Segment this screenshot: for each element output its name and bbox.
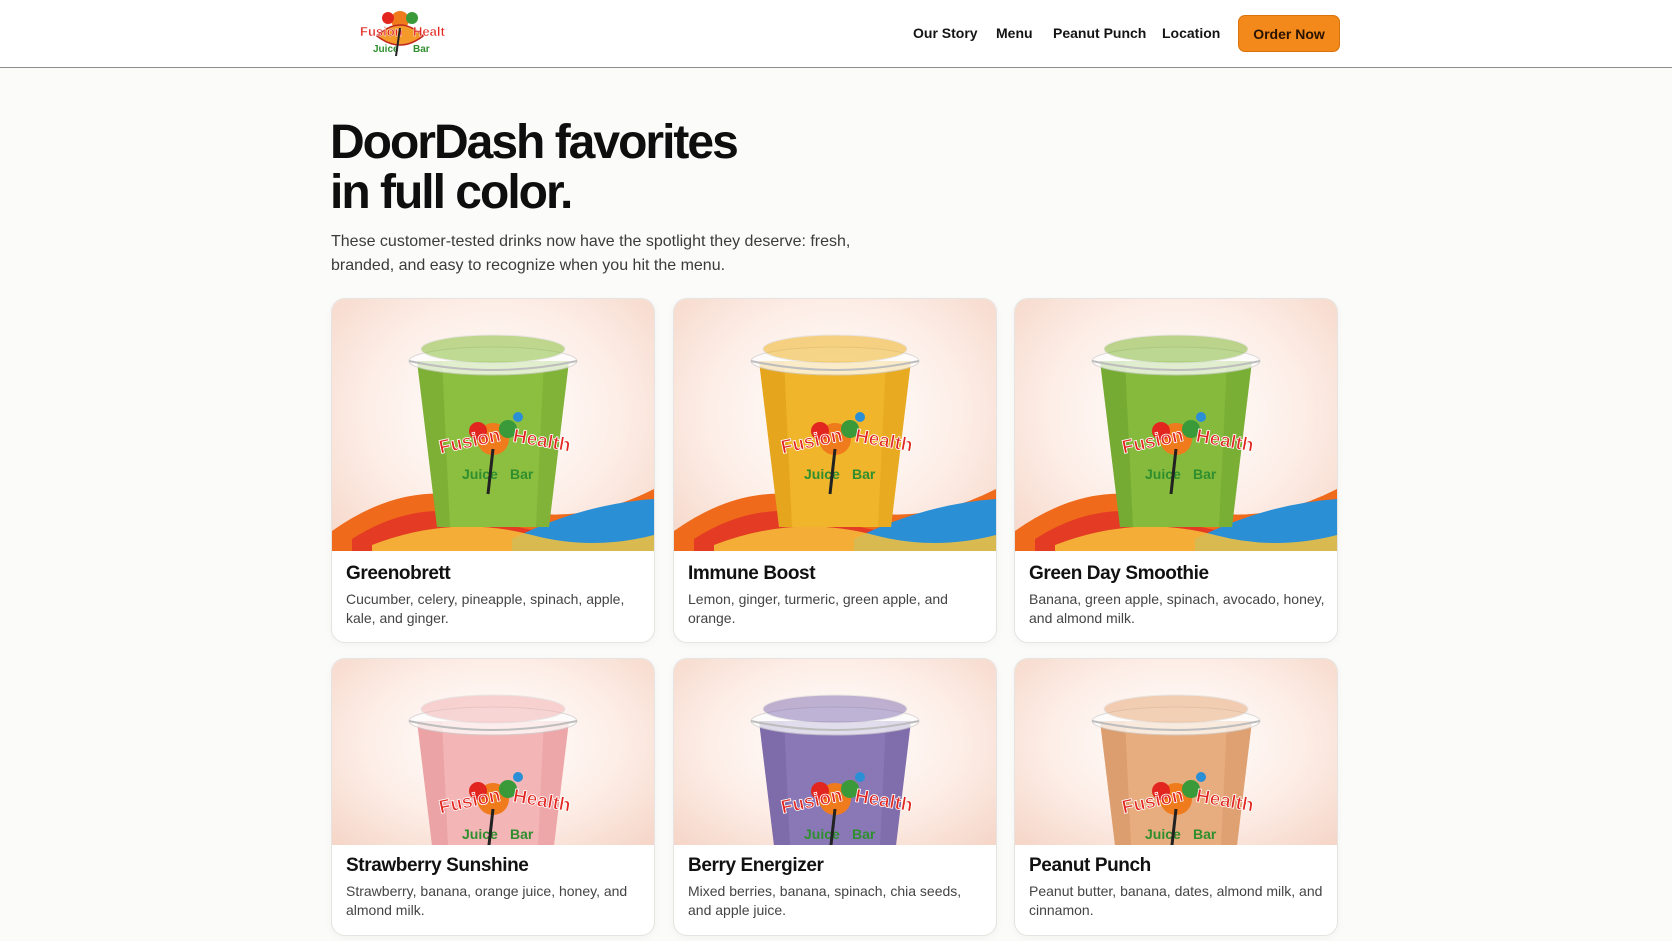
svg-text:Bar: Bar (413, 44, 430, 55)
hero-subtitle: These customer-tested drinks now have th… (331, 233, 851, 274)
product-name: Peanut Punch (1029, 855, 1151, 876)
product-image: Fusion Health Juice Bar (332, 659, 654, 845)
product-image: Fusion Health Juice Bar (1015, 299, 1337, 551)
svg-text:Health: Health (413, 24, 445, 39)
smoothie-cup-illustration: Fusion HealthJuice Bar (1091, 694, 1261, 845)
hero-title-line-2: in full color. (330, 166, 573, 219)
product-name: Greenobrett (346, 563, 451, 584)
smoothie-cup-illustration: Fusion HealthJuice Bar (408, 694, 578, 845)
smoothie-cup-illustration: Fusion HealthJuice Bar (1015, 334, 1337, 551)
product-card[interactable]: Fusion Health Juice Bar Strawberry Sunshine… (331, 658, 655, 936)
product-description: Mixed berries, banana, spinach, chia see… (688, 883, 962, 918)
product-name: Strawberry Sunshine (346, 855, 529, 876)
top-navigation-bar: Fusion Health Juice Bar Our Story Menu P… (0, 0, 1672, 68)
svg-text:Juice: Juice (373, 44, 399, 55)
hero-title: DoorDash favorites in full color. (330, 116, 739, 219)
product-image: Fusion Health Juice Bar (674, 659, 996, 845)
product-card[interactable]: Fusion Health Juice Bar Green Day Smoothie … (1014, 298, 1338, 643)
svg-text:Juice: Juice (804, 466, 840, 482)
hero-title-line-1: DoorDash favorites (330, 116, 739, 169)
smoothie-cup-illustration: Fusion HealthJuice Bar (674, 334, 996, 551)
svg-text:Bar: Bar (1193, 826, 1217, 842)
svg-text:Bar: Bar (852, 466, 876, 482)
fusion-health-logo[interactable]: Fusion Health Juice Bar (355, 6, 453, 62)
order-now-button[interactable]: Order Now (1238, 15, 1340, 52)
nav-peanut-punch[interactable]: Peanut Punch (1053, 25, 1146, 41)
product-description: Banana, green apple, spinach, avocado, h… (1029, 591, 1325, 626)
svg-text:Bar: Bar (510, 466, 534, 482)
smoothie-cup-illustration: Fusion HealthJuice Bar (750, 694, 920, 845)
svg-text:Juice: Juice (1145, 826, 1181, 842)
product-image: Fusion Health Juice Bar (674, 299, 996, 551)
nav-menu[interactable]: Menu (996, 25, 1033, 41)
product-image: Fusion Health Juice Bar (1015, 659, 1337, 845)
svg-text:Juice: Juice (462, 466, 498, 482)
product-name: Berry Energizer (688, 855, 824, 876)
product-description: Lemon, ginger, turmeric, green apple, an… (688, 591, 948, 626)
product-name: Green Day Smoothie (1029, 563, 1209, 584)
product-name: Immune Boost (688, 563, 816, 584)
nav-our-story[interactable]: Our Story (913, 25, 978, 41)
product-description: Cucumber, celery, pineapple, spinach, ap… (346, 591, 625, 626)
svg-text:Fusion: Fusion (360, 24, 403, 39)
svg-text:Juice: Juice (1145, 466, 1181, 482)
svg-text:Bar: Bar (852, 826, 876, 842)
product-card[interactable]: Fusion Health Juice Bar Peanut Punch Peanut… (1014, 658, 1338, 936)
product-description: Peanut butter, banana, dates, almond mil… (1029, 883, 1323, 918)
product-card[interactable]: Fusion Health Juice Bar Berry Energizer Mix… (673, 658, 997, 936)
svg-text:Juice: Juice (804, 826, 840, 842)
svg-text:Juice: Juice (462, 826, 498, 842)
product-card[interactable]: Fusion Health Juice Bar Greenobrett Cucumbe… (331, 298, 655, 643)
nav-location[interactable]: Location (1162, 25, 1220, 41)
product-description: Strawberry, banana, orange juice, honey,… (346, 883, 628, 918)
svg-text:Bar: Bar (510, 826, 534, 842)
svg-text:Bar: Bar (1193, 466, 1217, 482)
product-card[interactable]: Fusion Health Juice Bar Immune Boost Lemon,… (673, 298, 997, 643)
product-image: Fusion Health Juice Bar (332, 299, 654, 551)
smoothie-cup-illustration: Fusion HealthJuice Bar (332, 334, 654, 551)
